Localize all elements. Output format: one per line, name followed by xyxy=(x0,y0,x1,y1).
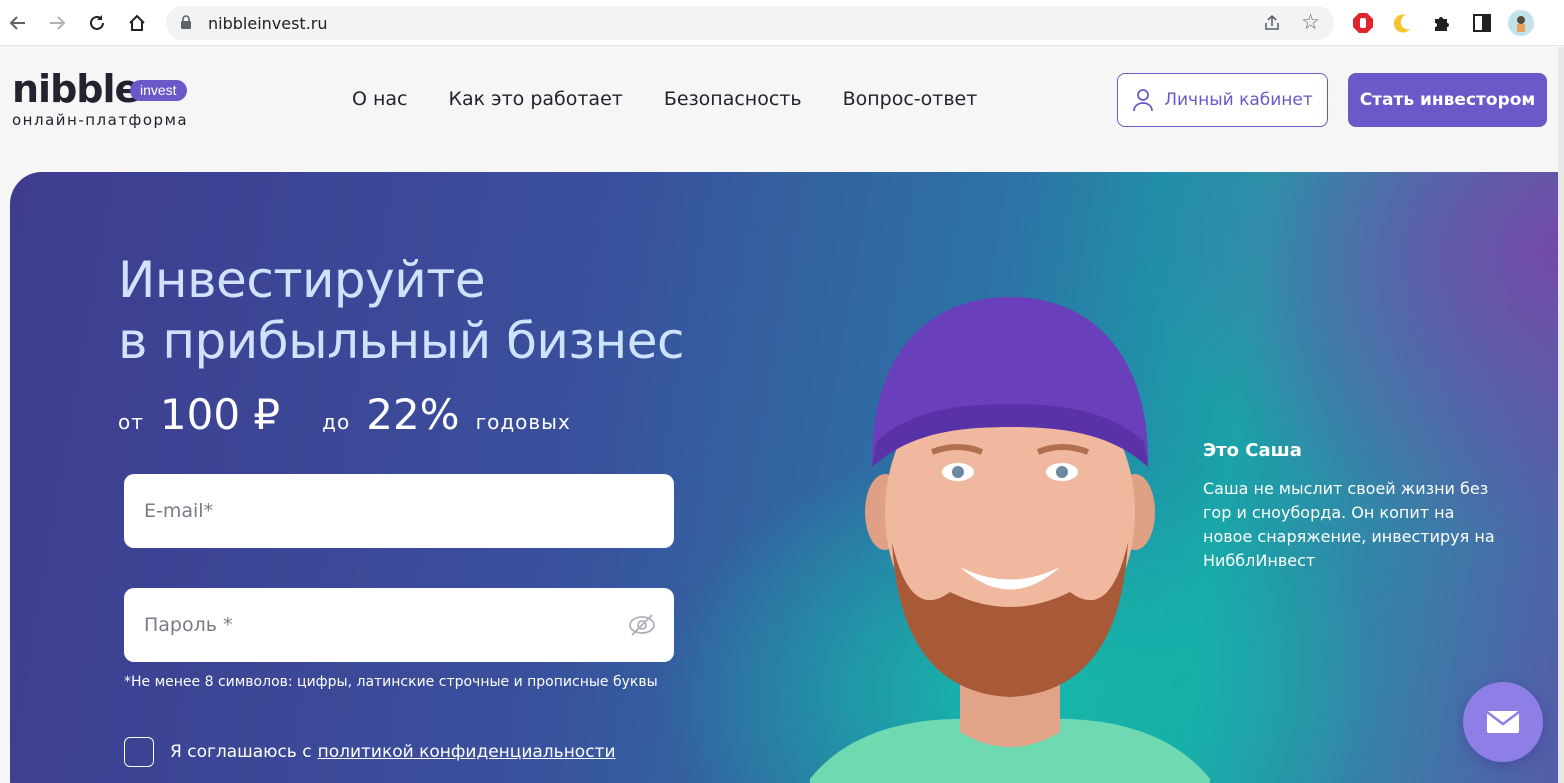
envelope-icon xyxy=(1486,711,1520,733)
lock-icon xyxy=(181,15,191,29)
nav-how-it-works[interactable]: Как это работает xyxy=(449,88,623,110)
caption-text: Саша не мыслит своей жизни без гор и сно… xyxy=(1203,479,1495,570)
personal-cabinet-label: Личный кабинет xyxy=(1164,90,1313,110)
nav-security[interactable]: Безопасность xyxy=(664,88,802,110)
agree-text: Я соглашаюсь с xyxy=(170,742,312,762)
hero-section: Инвестируйте в прибыльный бизнес от 100 … xyxy=(10,172,1564,783)
from-label: от xyxy=(118,410,144,434)
privacy-policy-link[interactable]: политикой конфиденциальности xyxy=(318,742,616,762)
email-input[interactable] xyxy=(124,474,674,548)
browser-toolbar: nibbleinvest.ru ☆ xyxy=(0,0,1564,46)
rate-line: от 100 ₽ до 22% годовых xyxy=(118,390,571,439)
password-input[interactable] xyxy=(124,588,674,662)
eye-off-icon[interactable] xyxy=(628,612,656,638)
person-caption: Это Саша Саша не мыслит своей жизни без … xyxy=(1203,440,1503,573)
profile-avatar-icon[interactable] xyxy=(1508,10,1534,36)
back-icon[interactable] xyxy=(4,9,32,37)
to-value: 22% xyxy=(366,390,460,439)
email-field[interactable] xyxy=(124,474,674,548)
moon-extension-icon[interactable] xyxy=(1389,10,1415,36)
nav-about[interactable]: О нас xyxy=(352,88,408,110)
page-scrollbar[interactable] xyxy=(1558,47,1564,783)
site-header: nibble invest онлайн-платформа О нас Как… xyxy=(0,47,1564,157)
agree-row: Я соглашаюсь с политикой конфиденциально… xyxy=(124,737,616,767)
hero-title: Инвестируйте в прибыльный бизнес xyxy=(118,250,684,372)
address-bar[interactable]: nibbleinvest.ru ☆ xyxy=(166,6,1334,40)
hero-title-line2: в прибыльный бизнес xyxy=(118,312,684,370)
reload-icon[interactable] xyxy=(83,9,111,37)
per-year-label: годовых xyxy=(475,410,571,434)
bookmark-star-icon[interactable]: ☆ xyxy=(1301,10,1320,35)
share-icon[interactable] xyxy=(1262,13,1282,33)
agree-checkbox[interactable] xyxy=(124,737,154,767)
caption-title: Это Саша xyxy=(1203,440,1302,461)
contact-mail-button[interactable] xyxy=(1463,682,1543,762)
url-text: nibbleinvest.ru xyxy=(208,14,328,33)
site-logo[interactable]: nibble invest онлайн-платформа xyxy=(12,69,188,129)
user-icon xyxy=(1133,89,1154,112)
logo-badge: invest xyxy=(130,80,187,101)
password-hint: *Не менее 8 символов: цифры, латинские с… xyxy=(124,674,658,690)
main-nav: О нас Как это работает Безопасность Вопр… xyxy=(352,88,1018,110)
person-photo xyxy=(810,297,1210,783)
logo-subtitle: онлайн-платформа xyxy=(12,111,189,129)
adblock-extension-icon[interactable] xyxy=(1350,10,1376,36)
side-panel-icon[interactable] xyxy=(1469,10,1495,36)
from-value: 100 ₽ xyxy=(159,390,281,439)
forward-icon[interactable] xyxy=(43,9,71,37)
nav-faq[interactable]: Вопрос-ответ xyxy=(843,88,978,110)
to-label: до xyxy=(322,410,351,434)
personal-cabinet-button[interactable]: Личный кабинет xyxy=(1117,73,1328,127)
home-icon[interactable] xyxy=(123,9,151,37)
become-investor-button[interactable]: Стать инвестором xyxy=(1348,73,1547,127)
hero-title-line1: Инвестируйте xyxy=(118,251,486,309)
password-field[interactable] xyxy=(124,588,674,662)
puzzle-extension-icon[interactable] xyxy=(1429,10,1455,36)
